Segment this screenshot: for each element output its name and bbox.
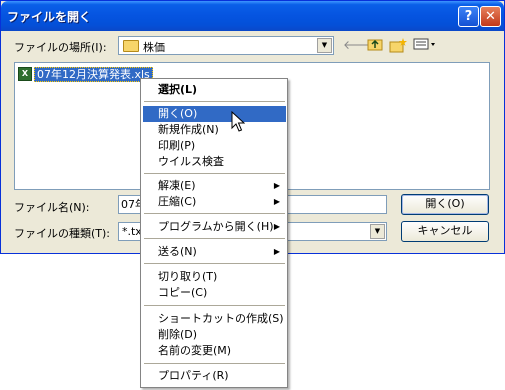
submenu-arrow-icon: ▶ (273, 181, 280, 190)
menu-separator (144, 101, 285, 102)
menu-item-label: 解凍(E) (158, 179, 196, 192)
menu-separator (144, 263, 285, 264)
menu-separator (144, 305, 285, 306)
open-button[interactable]: 開く(O) (401, 194, 489, 215)
menu-item-label: プログラムから開く(H) (158, 220, 274, 233)
up-folder-icon[interactable] (366, 37, 384, 53)
menu-item-virus-scan[interactable]: ウイルス検査 (143, 154, 286, 170)
menu-item-properties[interactable]: プロパティ(R) (143, 368, 286, 384)
new-folder-icon[interactable] (389, 37, 407, 53)
menu-item-open[interactable]: 開く(O) (143, 106, 286, 122)
filename-label: ファイル名(N): (14, 201, 90, 214)
menu-item-select[interactable]: 選択(L) (143, 82, 286, 98)
context-menu: 選択(L) 開く(O) 新規作成(N) 印刷(P) ウイルス検査 解凍(E) ▶ … (140, 78, 288, 388)
window-title: ファイルを開く (7, 10, 92, 24)
list-item[interactable]: X 07年12月決算発表.xls (18, 66, 153, 82)
menu-item-label: 送る(N) (158, 245, 197, 258)
help-button[interactable]: ? (458, 6, 479, 27)
location-value: 株価 (143, 41, 165, 54)
chevron-down-icon[interactable]: ▼ (370, 224, 385, 239)
location-combo[interactable]: 株価 ▼ (118, 36, 334, 55)
menu-separator (144, 238, 285, 239)
folder-icon (123, 40, 139, 52)
menu-item-create-shortcut[interactable]: ショートカットの作成(S) (143, 311, 286, 327)
back-icon[interactable]: 🡐 (343, 37, 375, 53)
submenu-arrow-icon: ▶ (273, 197, 280, 206)
submenu-arrow-icon: ▶ (273, 222, 280, 231)
menu-item-label: 圧縮(C) (158, 195, 197, 208)
view-menu-icon[interactable] (412, 37, 438, 53)
menu-separator (144, 213, 285, 214)
cancel-button[interactable]: キャンセル (401, 221, 489, 242)
menu-item-delete[interactable]: 削除(D) (143, 327, 286, 343)
menu-item-open-with[interactable]: プログラムから開く(H) ▶ (143, 219, 286, 235)
file-name: 07年12月決算発表.xls (34, 66, 153, 82)
filetype-label: ファイルの種類(T): (14, 227, 111, 240)
menu-item-compress[interactable]: 圧縮(C) ▶ (143, 194, 286, 210)
mouse-cursor-icon (231, 111, 245, 132)
menu-item-copy[interactable]: コピー(C) (143, 285, 286, 301)
menu-item-cut[interactable]: 切り取り(T) (143, 269, 286, 285)
menu-separator (144, 173, 285, 174)
menu-item-rename[interactable]: 名前の変更(M) (143, 343, 286, 359)
menu-item-extract[interactable]: 解凍(E) ▶ (143, 178, 286, 194)
title-bar[interactable]: ファイルを開く ? ✕ (1, 1, 504, 31)
menu-item-new[interactable]: 新規作成(N) (143, 122, 286, 138)
submenu-arrow-icon: ▶ (273, 247, 280, 256)
close-button[interactable]: ✕ (480, 6, 501, 27)
menu-item-send-to[interactable]: 送る(N) ▶ (143, 244, 286, 260)
chevron-down-icon[interactable]: ▼ (317, 38, 332, 53)
excel-file-icon: X (18, 67, 32, 81)
location-label: ファイルの場所(I): (14, 41, 107, 54)
menu-separator (144, 363, 285, 364)
menu-item-print[interactable]: 印刷(P) (143, 138, 286, 154)
